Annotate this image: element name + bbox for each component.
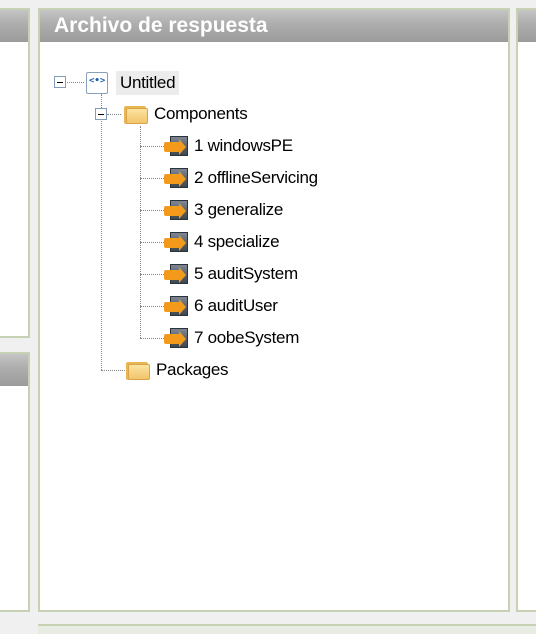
tree-connector [140,146,164,147]
tree-node-pass[interactable]: 4 specialize [164,227,280,257]
bottom-panel-edge [38,624,536,634]
tree-node-pass[interactable]: 5 auditSystem [164,259,298,289]
configuration-pass-icon [164,166,188,190]
answer-file-panel: Archivo de respuesta <•> Untitled Compon… [38,8,510,612]
tree-node-label: 3 generalize [194,200,284,219]
tree-node-label: 1 windowsPE [194,136,293,155]
tree-node-pass[interactable]: 3 generalize [164,195,283,225]
tree-node-pass[interactable]: 7 oobeSystem [164,323,299,353]
left-bottom-panel [0,352,30,612]
left-bottom-panel-header [0,354,28,386]
tree-connector [140,210,164,211]
tree-connector [140,178,164,179]
folder-icon [122,102,148,126]
left-top-panel-header [0,10,28,42]
tree-node-components[interactable]: Components [122,99,248,129]
folder-icon [124,358,150,382]
configuration-pass-icon [164,230,188,254]
tree-connector [101,94,102,370]
tree-node-label: 5 auditSystem [194,264,298,283]
tree-node-pass[interactable]: 2 offlineServicing [164,163,318,193]
tree-node-pass[interactable]: 6 auditUser [164,291,278,321]
tree-node-label: 6 auditUser [194,296,278,315]
tree-node-packages[interactable]: Packages [124,355,229,385]
components-collapse-toggle[interactable] [95,108,107,120]
tree-connector [140,338,164,339]
tree-connector [101,370,125,371]
right-panel-header [518,10,536,42]
tree-connector [64,82,84,83]
tree-node-label: Packages [156,360,229,379]
tree-node-label: 2 offlineServicing [194,168,318,187]
configuration-pass-icon [164,326,188,350]
tree-node-label: Components [154,104,248,123]
tree-node-label: 4 specialize [194,232,280,251]
root-collapse-toggle[interactable] [54,76,66,88]
tree-node-label: 7 oobeSystem [194,328,300,347]
right-panel [516,8,536,612]
answer-file-icon: <•> [86,72,108,94]
left-top-panel [0,8,30,338]
tree-node-untitled[interactable]: <•> Untitled [86,68,180,98]
tree-connector [140,306,164,307]
tree-node-label: Untitled [116,71,180,95]
tree-connector [107,114,121,115]
tree-connector [140,242,164,243]
answer-file-panel-title: Archivo de respuesta [40,10,508,42]
configuration-pass-icon [164,134,188,158]
configuration-pass-icon [164,262,188,286]
tree-connector [140,274,164,275]
answer-file-tree[interactable]: <•> Untitled Components 1 windowsPE 2 of… [40,42,508,610]
configuration-pass-icon [164,294,188,318]
tree-node-pass[interactable]: 1 windowsPE [164,131,293,161]
configuration-pass-icon [164,198,188,222]
